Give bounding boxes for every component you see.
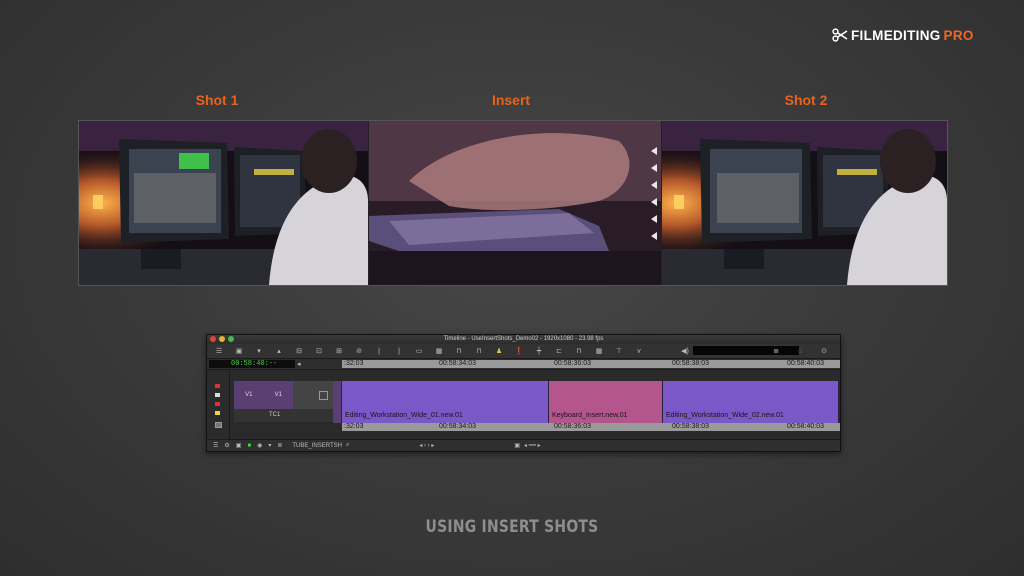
timeline-window[interactable]: Timeline - UseInsertShots_Demo02 - 1920x…	[206, 334, 841, 452]
timeline-title: Timeline - UseInsertShots_Demo02 - 1920x…	[443, 336, 604, 342]
eye-icon[interactable]: ◉	[257, 442, 262, 449]
frame-strip	[78, 120, 948, 286]
replace-icon[interactable]: ⊏	[551, 345, 567, 357]
clip-segment[interactable]: Editing_Workstation_Wide_01.new.01	[342, 381, 549, 423]
shot-2-label: Shot 2	[784, 92, 828, 108]
monitor-icon[interactable]: ▣	[236, 442, 242, 449]
monitor-icon[interactable]: ▣	[231, 345, 247, 357]
green-toggle-icon[interactable]: ■	[247, 443, 251, 449]
timeline-tracks[interactable]: V1 V1 Editing_Workstation_Wide_01.new.01…	[207, 370, 840, 440]
track-tools-column	[207, 370, 230, 440]
bin-name[interactable]: TUBE_INSERTSH	[292, 443, 342, 449]
clip-segment[interactable]: Keyboard_Insert.new.01	[549, 381, 663, 423]
master-timecode[interactable]: 00:58:40:--	[209, 360, 295, 368]
filmeditingpro-logo: FILMEDITING PRO	[832, 26, 974, 44]
lift-overwrite-icon[interactable]: ⊓	[471, 345, 487, 357]
settings-dial-icon[interactable]: ◌	[792, 345, 808, 357]
shot-2-frame	[662, 121, 947, 285]
track-controls[interactable]	[293, 381, 333, 409]
timeline-title-bar[interactable]: Timeline - UseInsertShots_Demo02 - 1920x…	[207, 335, 840, 344]
mark-clip-icon[interactable]: ⊘	[351, 345, 367, 357]
add-edit-icon[interactable]: ┿	[531, 345, 547, 357]
ruler-tick: :32:03	[344, 423, 364, 430]
timeline-toolbar: ☰ ▣ ▾ ▴ ⊟ ⊡ ⊞ ⊘ ❘ ❘ ▭ ▦ ⊓ ⊓ ♟ ❗ ┿ ⊏ ⊓ ▦ …	[207, 344, 840, 359]
ruler-tick: :32:03	[344, 360, 364, 367]
audio-icon[interactable]: ◀)	[677, 345, 693, 357]
arrow-tool-icon[interactable]	[215, 393, 220, 397]
grid-icon[interactable]: ▦	[431, 345, 447, 357]
timecode-menu-icon[interactable]: ◂	[297, 360, 301, 368]
top-icon[interactable]: ⊤	[611, 345, 627, 357]
list-icon[interactable]: ≣	[277, 442, 282, 449]
record-track-label[interactable]: V1	[275, 392, 282, 398]
ruler-tick: 00:58:34:03	[439, 360, 476, 367]
scissors-icon	[832, 28, 848, 42]
shot-1-frame	[79, 121, 368, 285]
track-lock-icon[interactable]	[319, 391, 328, 400]
shot-1-label: Shot 1	[195, 92, 239, 108]
track-patch-v1[interactable]: V1 V1	[234, 381, 293, 409]
ruler-tick: 00:58:36:03	[554, 423, 591, 430]
yellow-segment-icon[interactable]	[215, 411, 220, 415]
slide-caption: USING INSERT SHOTS	[425, 517, 599, 537]
lift-icon[interactable]: ⊟	[291, 345, 307, 357]
red-indicator-icon[interactable]	[215, 384, 220, 388]
clip-segment[interactable]: Editing_Workstation_Wide_02.new.01	[663, 381, 839, 423]
zoom-slider[interactable]: ◂ ━━ ▸	[524, 442, 541, 449]
timeline-bottom-bar: ☰ ⚙ ▣ ■ ◉ ▾ ≣ TUBE_INSERTSH ⌕ ◂ ‹ › ▸ ▣ …	[207, 439, 840, 451]
timeline-ruler-top[interactable]: :32:03 00:58:34:03 00:58:36:03 00:58:38:…	[342, 360, 840, 368]
minimize-window-button[interactable]	[219, 336, 225, 342]
ruler-tick: 00:58:38:03	[672, 423, 709, 430]
timeline-ruler-bottom[interactable]: :32:03 00:58:34:03 00:58:36:03 00:58:38:…	[342, 423, 840, 431]
timecode-row: 00:58:40:-- ◂ :32:03 00:58:34:03 00:58:3…	[207, 359, 840, 370]
mark-in-icon[interactable]: ❘	[371, 345, 387, 357]
clip-name: Keyboard_Insert.new.01	[552, 412, 628, 419]
monitor-toggle-icon[interactable]: ▣	[514, 442, 520, 449]
clip-name: Editing_Workstation_Wide_01.new.01	[345, 412, 463, 419]
ruler-tick: 00:58:40:03	[787, 423, 824, 430]
ruler-tick: 00:58:34:03	[439, 423, 476, 430]
mark-out-icon[interactable]: ❘	[391, 345, 407, 357]
segment-icon[interactable]: ⊓	[451, 345, 467, 357]
logo-accent-text: PRO	[943, 27, 974, 43]
tc-track-label[interactable]: TC1	[234, 409, 333, 422]
overwrite-icon[interactable]: ⊞	[331, 345, 347, 357]
settings-box-icon[interactable]	[215, 422, 222, 428]
close-window-button[interactable]	[210, 336, 216, 342]
search-icon[interactable]: ⌕	[346, 442, 349, 449]
insert-frame	[368, 121, 662, 285]
ruler-tick: 00:58:40:03	[787, 360, 824, 367]
scroll-arrows-icon[interactable]: ◂ ‹ › ▸	[419, 442, 434, 449]
marker-arrows	[651, 147, 657, 240]
list-icon[interactable]: ≣	[768, 345, 784, 357]
clear-marks-icon[interactable]: ▭	[411, 345, 427, 357]
match-frame-icon[interactable]: ⊓	[571, 345, 587, 357]
extract-icon[interactable]: ⊡	[311, 345, 327, 357]
view-toggle-icon[interactable]: ⊙	[816, 345, 832, 357]
maximize-window-button[interactable]	[228, 336, 234, 342]
red-segment-icon[interactable]	[215, 402, 220, 406]
down-arrow-icon[interactable]: ▾	[251, 345, 267, 357]
logo-text: FILMEDITING	[851, 27, 941, 43]
menu-icon[interactable]: ☰	[213, 442, 218, 449]
source-track-label[interactable]: V1	[245, 392, 252, 398]
clip-name: Editing_Workstation_Wide_02.new.01	[666, 412, 784, 419]
effect-icon[interactable]: ⋎	[631, 345, 647, 357]
trim-icon[interactable]: ♟	[491, 345, 507, 357]
red-marker-icon[interactable]: ❗	[511, 345, 527, 357]
menu-icon[interactable]: ☰	[211, 345, 227, 357]
up-arrow-icon[interactable]: ▴	[271, 345, 287, 357]
ruler-tick: 00:58:36:03	[554, 360, 591, 367]
ruler-tick: 00:58:38:03	[672, 360, 709, 367]
toggle-source-icon[interactable]: ▦	[591, 345, 607, 357]
down-arrow-icon[interactable]: ▾	[268, 442, 271, 449]
insert-label: Insert	[491, 92, 531, 108]
track-selector[interactable]	[333, 381, 341, 423]
settings-icon[interactable]: ⚙	[224, 442, 229, 449]
